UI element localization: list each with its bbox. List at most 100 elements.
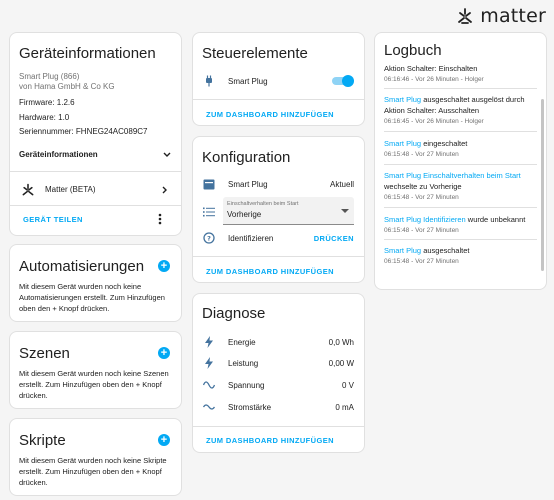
- diagnostic-value-current: 0 mA: [335, 403, 354, 412]
- diagnostic-label-energy: Energie: [228, 338, 256, 347]
- log-entry-time: 06:15:48 - Vor 27 Minuten: [384, 227, 459, 234]
- identify-label: Identifizieren: [228, 234, 274, 243]
- expander-label: Geräteinformationen: [19, 150, 98, 159]
- current-ac-icon: [203, 404, 215, 410]
- log-entry-time: 06:16:45 - Vor 26 Minuten - Holger: [384, 118, 484, 125]
- divider: [193, 426, 364, 427]
- controls-title: Steuerelemente: [202, 45, 308, 62]
- integration-label: Matter (BETA): [45, 185, 96, 194]
- divider: [193, 99, 364, 100]
- diagnostic-value-power: 0,00 W: [328, 359, 354, 368]
- controls-card: Steuerelemente Smart Plug ZUM DASHBOARD …: [192, 32, 365, 126]
- matter-logo-icon: [458, 8, 473, 24]
- log-entity-link[interactable]: Smart Plug: [384, 139, 421, 148]
- add-automation-button[interactable]: +: [158, 260, 170, 272]
- device-firmware: Firmware: 1.2.6: [19, 98, 75, 107]
- sine-wave-icon: [203, 381, 215, 389]
- log-entity-link[interactable]: Smart Plug Einschaltverhalten beim Start: [384, 171, 521, 180]
- scenes-description: Mit diesem Gerät wurden noch keine Szene…: [19, 369, 169, 400]
- list-icon: [203, 207, 215, 217]
- plug-toggle-switch[interactable]: [332, 75, 354, 87]
- logbook-title: Logbuch: [384, 42, 442, 59]
- device-manufacturer: von Hama GmbH & Co KG: [19, 82, 115, 91]
- log-entry: Smart Plug eingeschaltet 06:15:48 - Vor …: [384, 138, 537, 160]
- configuration-card: Konfiguration Smart Plug Aktuell Einscha…: [192, 136, 365, 283]
- add-scene-button[interactable]: +: [158, 347, 170, 359]
- log-entry-time: 06:15:48 - Vor 27 Minuten: [384, 151, 459, 158]
- identify-press-button[interactable]: DRÜCKEN: [314, 234, 354, 243]
- automations-description: Mit diesem Gerät wurden noch keine Autom…: [19, 282, 165, 313]
- chevron-down-icon: [163, 152, 171, 157]
- log-entry-time: 06:15:48 - Vor 27 Minuten: [384, 194, 459, 201]
- diagnostic-label-voltage: Spannung: [228, 381, 265, 390]
- device-hardware: Hardware: 1.0: [19, 113, 70, 122]
- device-model: Smart Plug (866): [19, 72, 80, 81]
- divider: [384, 164, 537, 165]
- diagnostic-label-power: Leistung: [228, 359, 259, 368]
- diagnostic-label-current: Stromstärke: [228, 403, 272, 412]
- scenes-card: Szenen + Mit diesem Gerät wurden noch ke…: [9, 331, 182, 409]
- matter-logo: matter: [456, 5, 546, 27]
- divider: [384, 88, 537, 89]
- automations-title: Automatisierungen: [19, 258, 145, 275]
- dropdown-arrow-icon: [341, 209, 349, 213]
- firmware-entity-label: Smart Plug: [228, 180, 268, 189]
- select-value: Vorherige: [227, 210, 262, 219]
- device-info-title: Geräteinformationen: [19, 45, 156, 62]
- divider: [384, 131, 537, 132]
- log-entry: Aktion Schalter: Einschalten 06:16:46 - …: [384, 63, 537, 85]
- divider: [384, 207, 537, 208]
- log-entry-time: 06:16:46 - Vor 26 Minuten - Holger: [384, 76, 484, 83]
- log-entry-text: eingeschaltet: [421, 139, 468, 148]
- more-vertical-icon[interactable]: [155, 213, 165, 225]
- scripts-title: Skripte: [19, 432, 66, 449]
- configuration-title: Konfiguration: [202, 149, 291, 166]
- log-entity-link[interactable]: Smart Plug: [384, 246, 421, 255]
- share-device-button[interactable]: GERÄT TEILEN: [23, 215, 83, 224]
- log-entry-text: ausgeschaltet: [421, 246, 470, 255]
- logbook-card: Logbuch Aktion Schalter: Einschalten 06:…: [374, 32, 547, 290]
- power-on-behavior-select[interactable]: Einschaltverhalten beim Start Vorherige: [223, 197, 354, 225]
- log-entry: Smart Plug Einschaltverhalten beim Start…: [384, 170, 537, 203]
- divider: [384, 239, 537, 240]
- add-script-button[interactable]: +: [158, 434, 170, 446]
- flash-icon: [205, 357, 213, 369]
- device-info-card: Geräteinformationen Smart Plug (866) von…: [9, 32, 182, 236]
- power-plug-icon: [206, 75, 212, 87]
- diagnostic-value-energy: 0,0 Wh: [328, 338, 354, 347]
- automations-card: Automatisierungen + Mit diesem Gerät wur…: [9, 244, 182, 322]
- identify-icon: ?: [203, 232, 215, 244]
- svg-text:?: ?: [207, 234, 211, 242]
- integration-row-matter[interactable]: Matter (BETA): [19, 181, 172, 199]
- log-entry-text: Aktion Schalter: Einschalten: [384, 64, 478, 73]
- divider: [10, 205, 181, 206]
- log-entry: Smart Plug ausgeschaltet ausgelöst durch…: [384, 94, 537, 127]
- log-entry-text: wechselte zu Vorherige: [384, 182, 462, 191]
- chevron-right-icon: [162, 186, 167, 194]
- switch-label: Smart Plug: [228, 77, 268, 86]
- log-entry: Smart Plug Identifizieren wurde unbekann…: [384, 214, 537, 236]
- divider: [10, 171, 181, 172]
- log-entry-text: wurde unbekannt: [465, 215, 526, 224]
- log-entity-link[interactable]: Smart Plug Identifizieren: [384, 215, 466, 224]
- matter-icon: [22, 183, 34, 196]
- device-serial: Seriennummer: FHNEG24AC089C7: [19, 127, 148, 136]
- log-entry: Smart Plug ausgeschaltet 06:15:48 - Vor …: [384, 245, 537, 267]
- log-entry-time: 06:15:48 - Vor 27 Minuten: [384, 258, 459, 265]
- diagnostics-card: Diagnose Energie 0,0 Wh Leistung 0,00 W …: [192, 293, 365, 453]
- scripts-description: Mit diesem Gerät wurden noch keine Skrip…: [19, 456, 167, 487]
- package-icon: [203, 179, 215, 190]
- top-bar: matter: [0, 0, 554, 30]
- diagnostic-value-voltage: 0 V: [341, 381, 354, 390]
- controls-add-to-dashboard-button[interactable]: ZUM DASHBOARD HINZUFÜGEN: [206, 110, 334, 119]
- diagnostics-add-to-dashboard-button[interactable]: ZUM DASHBOARD HINZUFÜGEN: [206, 436, 334, 445]
- device-info-expander[interactable]: Geräteinformationen: [19, 148, 172, 162]
- configuration-add-to-dashboard-button[interactable]: ZUM DASHBOARD HINZUFÜGEN: [206, 267, 334, 276]
- log-entity-link[interactable]: Smart Plug: [384, 95, 421, 104]
- matter-logo-text: matter: [480, 5, 546, 27]
- logbook-scrollbar[interactable]: [541, 99, 544, 271]
- diagnostics-title: Diagnose: [202, 305, 266, 322]
- lightning-icon: [205, 336, 213, 348]
- firmware-state: Aktuell: [329, 180, 354, 189]
- select-label: Einschaltverhalten beim Start: [227, 201, 299, 207]
